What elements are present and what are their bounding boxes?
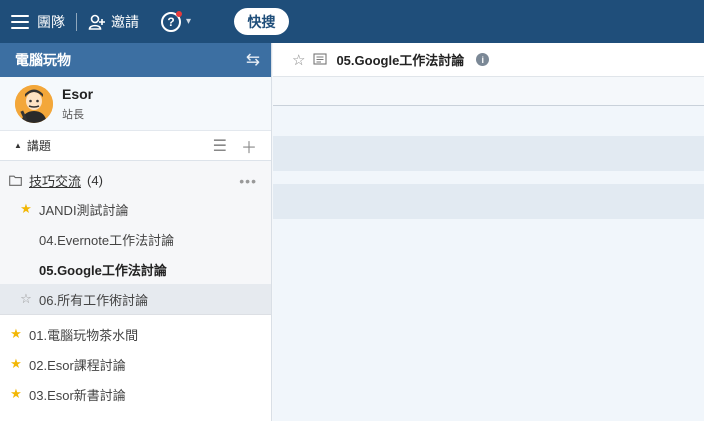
topic-header: ☆ 05.Google工作法討論 i [273, 43, 704, 77]
star-outline-icon[interactable]: ☆ [292, 51, 305, 69]
topic-item[interactable]: 04.Evernote工作法討論 [0, 224, 271, 254]
message-placeholder [273, 136, 704, 171]
add-topic-icon[interactable]: ＋ [241, 134, 257, 158]
topic-item[interactable]: ★ JANDI測試討論 [0, 194, 271, 224]
announcement-bar [273, 77, 704, 106]
topic-item[interactable]: ★ 02.Esor課程討論 [0, 349, 271, 379]
chevron-down-icon: ▾ [186, 16, 192, 27]
topic-item[interactable]: ☆ 06.所有工作術討論 [0, 284, 271, 314]
team-name: 電腦玩物 [15, 52, 71, 68]
quick-search-button[interactable]: 快搜 [234, 8, 290, 35]
topic-label: 02.Esor課程討論 [29, 357, 126, 373]
topic-label: 01.電腦玩物茶水間 [29, 327, 139, 343]
folder-row[interactable]: 技巧交流 (4) ••• [0, 167, 271, 194]
star-filled-icon[interactable]: ★ [19, 201, 33, 217]
team-label: 團隊 [37, 13, 65, 30]
folder-count: (4) [87, 173, 103, 188]
team-header: 電腦玩物 ⇆ [0, 43, 271, 77]
more-options-icon[interactable]: ••• [239, 173, 257, 189]
topics-collapse-toggle[interactable]: ▲ 講題 [14, 137, 51, 154]
folder-name: 技巧交流 [29, 174, 82, 189]
topic-item[interactable]: ★ 03.Esor新書討論 [0, 379, 271, 409]
list-view-icon[interactable]: ☰ [213, 136, 227, 156]
message-placeholder [273, 184, 704, 219]
topic-title: 05.Google工作法討論 [336, 53, 465, 68]
avatar [15, 84, 53, 123]
top-bar: 團隊 邀請 ? ▾ 快搜 [0, 0, 704, 43]
notification-dot [176, 10, 182, 17]
topics-toolbar: ▲ 講題 ☰ ＋ [0, 131, 271, 161]
star-outline-icon[interactable]: ☆ [19, 291, 33, 307]
profile-name: Esor [62, 85, 94, 102]
topics-label: 講題 [26, 139, 51, 153]
star-filled-icon[interactable]: ★ [9, 356, 23, 372]
invite-button[interactable]: 邀請 [88, 12, 139, 32]
star-filled-icon[interactable]: ★ [9, 326, 23, 342]
caret-up-icon: ▲ [14, 141, 22, 150]
hamburger-icon [11, 14, 29, 29]
topic-icon [313, 52, 328, 65]
profile-card[interactable]: Esor 站長 [0, 77, 271, 131]
topic-label: 05.Google工作法討論 [39, 262, 167, 278]
sidebar: 電腦玩物 ⇆ Esor 站長 ▲ 講題 ☰ ＋ 技巧交流 (4) ••• ★ J… [0, 43, 272, 421]
profile-role: 站長 [62, 108, 84, 121]
divider [76, 12, 77, 31]
topic-item[interactable]: ★ 01.電腦玩物茶水間 [0, 319, 271, 349]
help-button[interactable]: ? ▾ [161, 10, 192, 32]
topic-label: JANDI測試討論 [39, 202, 129, 218]
topic-label: 06.所有工作術討論 [39, 292, 149, 308]
star-filled-icon[interactable]: ★ [9, 386, 23, 402]
main-panel: ☆ 05.Google工作法討論 i [273, 43, 704, 421]
topic-label: 04.Evernote工作法討論 [39, 232, 175, 248]
topic-item[interactable]: 05.Google工作法討論 [0, 254, 271, 284]
add-user-icon [88, 14, 105, 30]
info-icon[interactable]: i [476, 53, 490, 66]
invite-label: 邀請 [111, 13, 139, 30]
switch-team-icon[interactable]: ⇆ [246, 50, 260, 70]
topic-label: 03.Esor新書討論 [29, 387, 126, 403]
folder-section: 技巧交流 (4) ••• ★ JANDI測試討論 04.Evernote工作法討論 0… [0, 161, 271, 315]
team-menu-button[interactable]: 團隊 [11, 12, 65, 32]
folder-icon [9, 175, 22, 186]
